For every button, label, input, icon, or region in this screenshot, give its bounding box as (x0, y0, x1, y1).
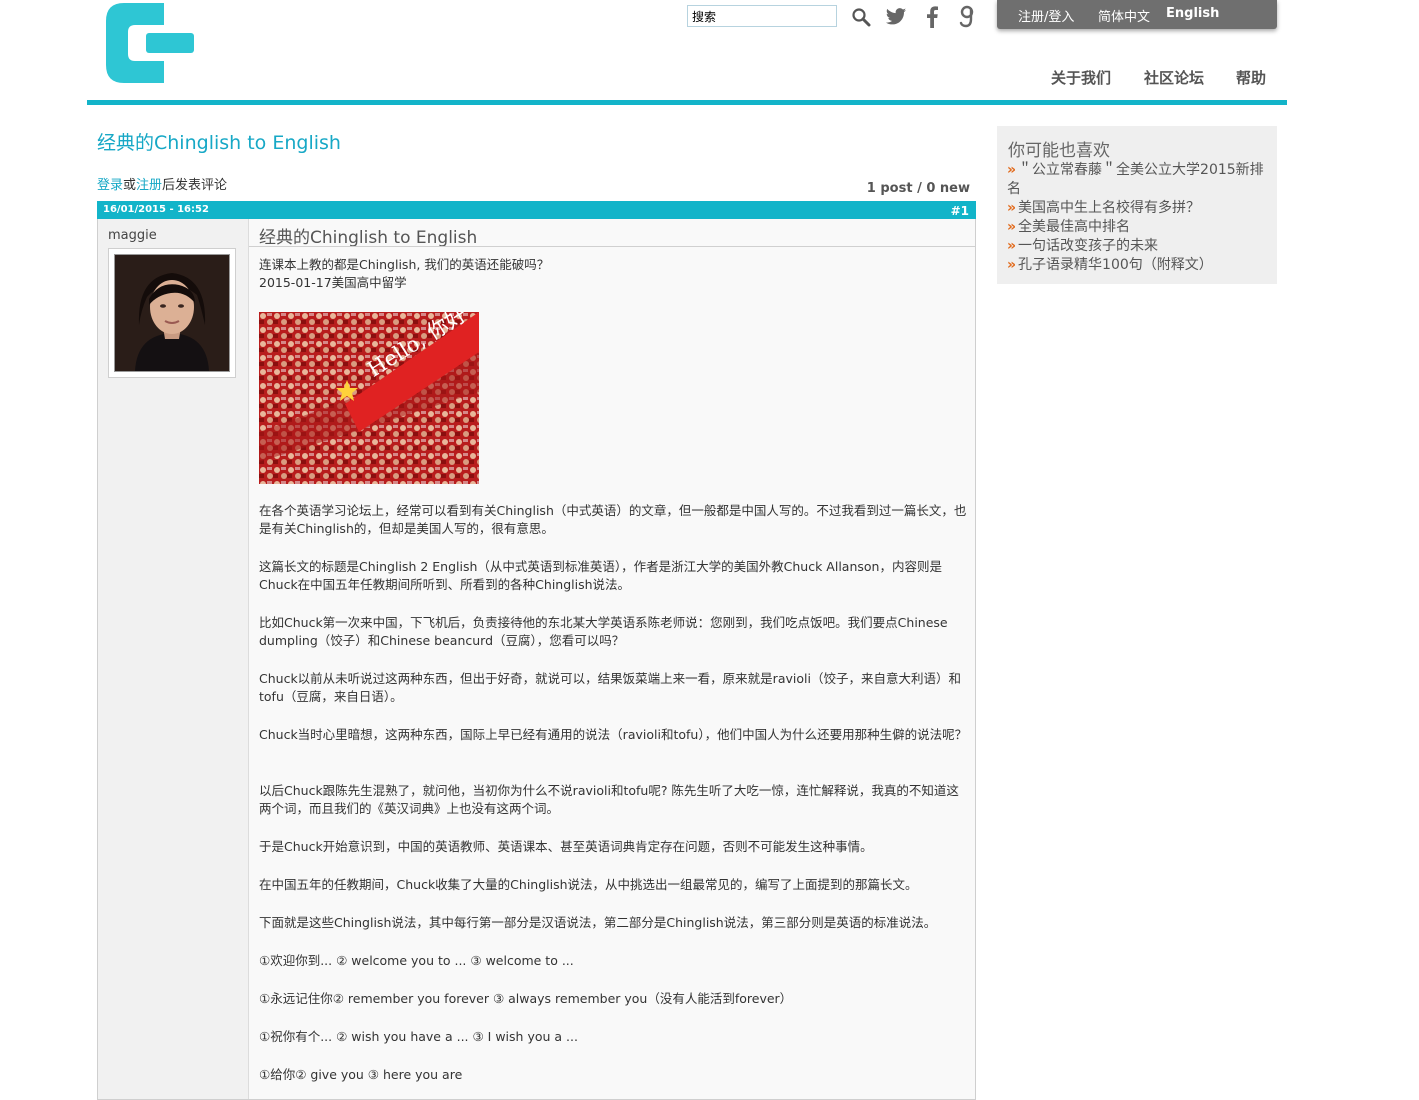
avatar-frame (108, 248, 236, 378)
post-paragraph: 以后Chuck跟陈先生混熟了，就问他，当初你为什么不说ravioli和tofu呢… (259, 783, 959, 816)
post-paragraph: ①给你② give you ③ here you are (259, 1067, 463, 1082)
nav-forum[interactable]: 社区论坛 (1144, 67, 1204, 88)
list-item: » ＂公立常春藤＂全美公立大学2015新排名 (1007, 161, 1272, 199)
post-paragraph: 下面就是这些Chinglish说法，其中每行第一部分是汉语说法，第二部分是Chi… (259, 915, 937, 930)
comment-after-text: 后发表评论 (162, 178, 228, 193)
google-icon[interactable] (955, 5, 979, 29)
register-login-link[interactable]: 注册/登入 (1018, 6, 1074, 25)
related-sidebar: 你可能也喜欢 » ＂公立常春藤＂全美公立大学2015新排名 » 美国高中生上名校得有… (997, 126, 1277, 284)
lang-simplified-chinese[interactable]: 简体中文 (1098, 6, 1150, 25)
related-link[interactable]: 孔子语录精华100句（附释文） (1018, 257, 1213, 273)
login-link[interactable]: 登录 (97, 178, 123, 193)
post-title-divider (249, 246, 975, 247)
page: 注册/登入 简体中文 English 关于我们 社区论坛 帮助 经典的Ching… (87, 0, 1287, 1100)
related-link[interactable]: 一句话改变孩子的未来 (1018, 238, 1158, 254)
logo-icon (106, 3, 194, 83)
post-paragraph: 在中国五年的任教期间，Chuck收集了大量的Chinglish说法，从中挑选出一… (259, 877, 918, 892)
post-paragraph: ①欢迎你到... ② welcome you to ... ③ welcome … (259, 953, 574, 968)
or-text: 或 (123, 178, 137, 193)
avatar[interactable] (114, 254, 230, 372)
related-link[interactable]: 全美最佳高中排名 (1018, 219, 1130, 235)
avatar-photo (115, 255, 229, 371)
facebook-icon[interactable] (920, 5, 944, 29)
nav-help[interactable]: 帮助 (1236, 67, 1266, 88)
post-paragraph: ①祝你有个... ② wish you have a ... ③ I wish … (259, 1029, 578, 1044)
list-item: » 一句话改变孩子的未来 (1007, 237, 1272, 256)
arrow-icon: » (1007, 238, 1017, 254)
twitter-icon[interactable] (884, 5, 908, 29)
post-paragraph: ①永远记住你② remember you forever ③ always re… (259, 991, 793, 1006)
post-author-pane: maggie (98, 219, 249, 1099)
arrow-icon: » (1007, 200, 1017, 216)
search-icon[interactable] (849, 5, 873, 29)
post-paragraph: 在各个英语学习论坛上，经常可以看到有关Chinglish（中式英语）的文章，但一… (259, 503, 967, 536)
post-count: 1 post / 0 new (866, 181, 970, 196)
arrow-icon: » (1007, 162, 1017, 178)
post-date: 16/01/2015 - 16:52 (103, 204, 209, 215)
page-title: 经典的Chinglish to English (97, 132, 341, 154)
login-prompt: 登录或注册后发表评论 (97, 174, 227, 193)
list-item: » 美国高中生上名校得有多拼？ (1007, 199, 1272, 218)
related-list: » ＂公立常春藤＂全美公立大学2015新排名 » 美国高中生上名校得有多拼？ » 全美… (1007, 161, 1272, 275)
post-permalink[interactable]: #1 (951, 204, 969, 218)
top-bar: 注册/登入 简体中文 English (997, 0, 1277, 29)
post-paragraph: 这篇长文的标题是Chinglish 2 English（从中式英语到标准英语），… (259, 559, 942, 592)
sidebar-title: 你可能也喜欢 (1008, 141, 1110, 161)
site-logo[interactable] (106, 3, 194, 83)
nav-about[interactable]: 关于我们 (1051, 67, 1111, 88)
related-link[interactable]: ＂公立常春藤＂全美公立大学2015新排名 (1007, 162, 1264, 197)
arrow-icon: » (1007, 219, 1017, 235)
post-header-bar: 16/01/2015 - 16:52 #1 (97, 201, 976, 219)
post-paragraph: Chuck以前从未听说过这两种东西，但出于好奇，就说可以，结果饭菜端上来一看，原… (259, 671, 961, 704)
arrow-icon: » (1007, 257, 1017, 273)
related-link[interactable]: 美国高中生上名校得有多拼？ (1018, 200, 1200, 216)
search-input[interactable] (687, 5, 837, 27)
lang-english[interactable]: English (1166, 6, 1219, 21)
post-title: 经典的Chinglish to English (259, 228, 478, 248)
register-link[interactable]: 注册 (136, 178, 162, 193)
header-divider (87, 100, 1287, 105)
post-paragraph: Chuck当时心里暗想，这两种东西，国际上早已经有通用的说法（ravioli和t… (259, 727, 968, 742)
post-content: 经典的Chinglish to English 连课本上教的都是Chinglis… (249, 219, 975, 1099)
post: maggie 经典的Chinglish to English 连课本上教的都是C… (97, 219, 976, 1100)
post-paragraph: 2015-01-17美国高中留学 (259, 275, 407, 290)
post-paragraph: 连课本上教的都是Chinglish, 我们的英语还能破吗？ (259, 257, 550, 272)
post-paragraph: 比如Chuck第一次来中国，下飞机后，负责接待他的东北某大学英语系陈老师说：您刚… (259, 615, 948, 648)
list-item: » 孔子语录精华100句（附释文） (1007, 256, 1272, 275)
list-item: » 全美最佳高中排名 (1007, 218, 1272, 237)
post-paragraph: 于是Chuck开始意识到，中国的英语教师、英语课本、甚至英语词典肯定存在问题，否… (259, 839, 873, 854)
post-author[interactable]: maggie (108, 228, 157, 243)
post-image: Hello, 你好 (259, 312, 479, 484)
